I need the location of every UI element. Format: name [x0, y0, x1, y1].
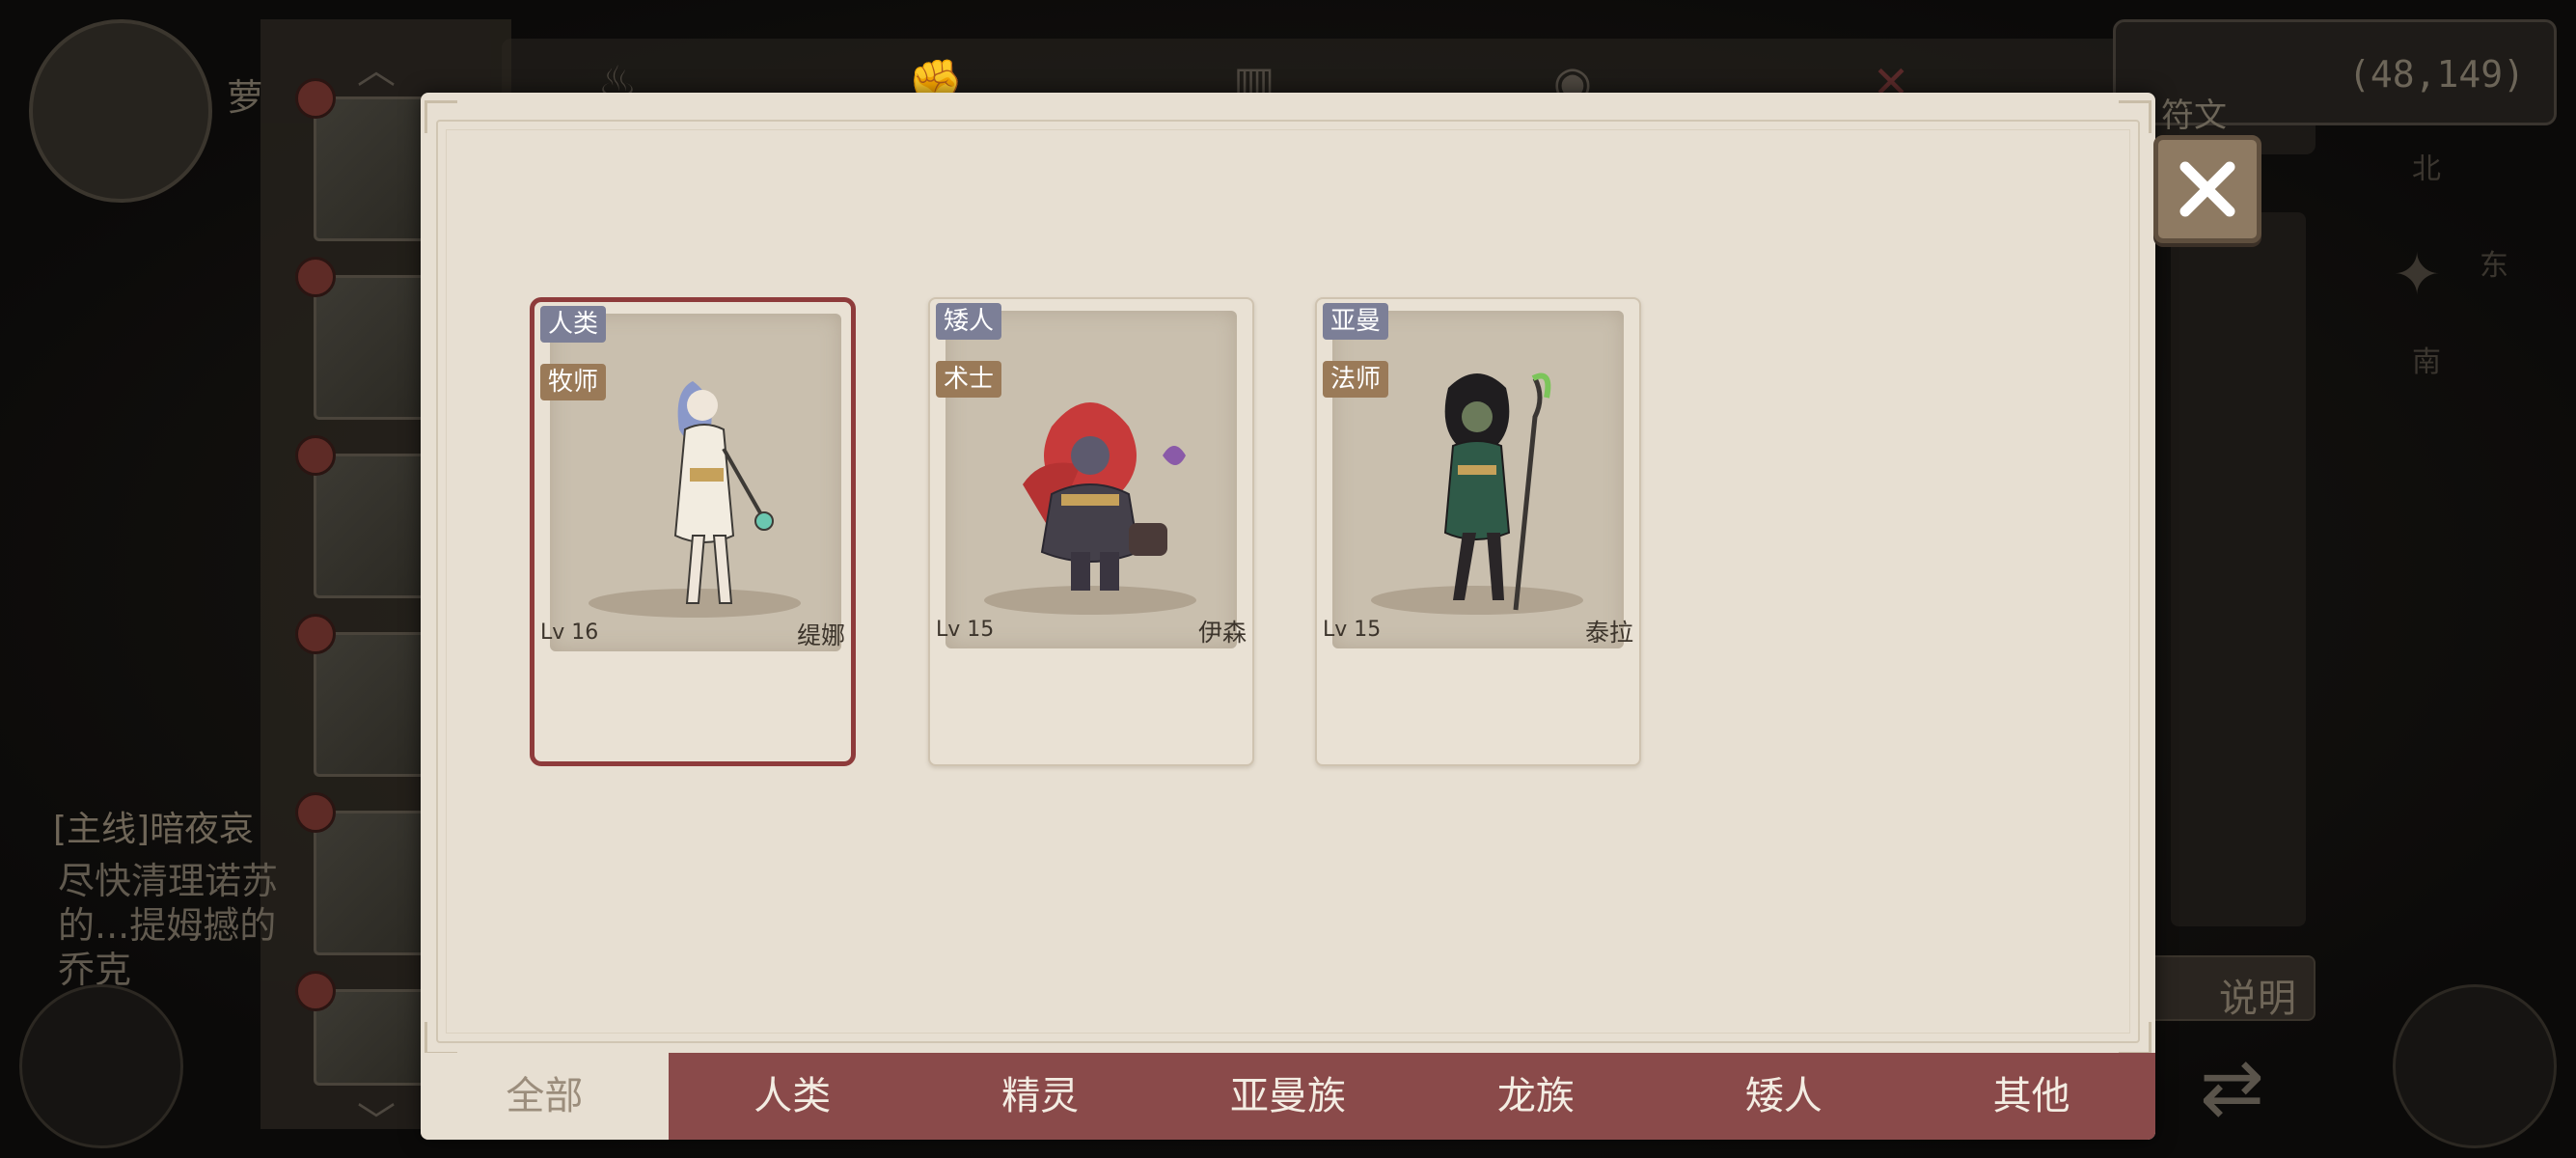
class-tag: 牧师	[540, 364, 607, 400]
hero-level: Lv 15	[936, 618, 995, 642]
frame-corner	[425, 1022, 457, 1055]
tab-other[interactable]: 其他	[1907, 1053, 2155, 1140]
compass-south: 南	[2412, 345, 2441, 379]
compass-east: 东	[2480, 249, 2508, 283]
class-badge-icon	[295, 614, 336, 654]
tab-dragon[interactable]: 龙族	[1411, 1053, 1659, 1140]
hero-card[interactable]: 矮人 术士 Lv 15 伊森	[928, 297, 1254, 766]
race-tag: 矮人	[936, 303, 1002, 340]
hero-name: 缇娜	[796, 621, 845, 649]
class-tag: 法师	[1323, 361, 1389, 398]
rune-label: 符文	[2161, 96, 2227, 135]
compass-star-icon: ✦	[2393, 241, 2442, 309]
coordinates-text: (48,149)	[2347, 53, 2525, 96]
chevron-down-icon: ﹀	[357, 1100, 396, 1144]
hero-level: Lv 15	[1323, 618, 1382, 642]
tab-elf[interactable]: 精灵	[917, 1053, 1165, 1140]
mage-figure-icon	[1443, 372, 1551, 611]
tab-dwarf[interactable]: 矮人	[1659, 1053, 1907, 1140]
bottom-right-circle-button	[2393, 984, 2557, 1148]
close-button[interactable]	[2153, 135, 2261, 243]
hero-card[interactable]: 亚曼 法师 Lv 15 泰拉	[1315, 297, 1641, 766]
warlock-figure-icon	[1023, 402, 1186, 591]
class-badge-icon	[295, 435, 336, 476]
class-badge-icon	[295, 257, 336, 297]
help-label: 说明	[2219, 977, 2296, 1021]
priest-figure-icon	[673, 381, 774, 604]
hero-level: Lv 16	[540, 620, 599, 645]
right-side-panel	[2171, 212, 2306, 926]
hero-name: 泰拉	[1584, 619, 1633, 647]
class-tag: 术士	[936, 361, 1002, 398]
frame-corner	[2119, 100, 2151, 133]
race-filter-tabs: 全部 人类 精灵 亚曼族 龙族 矮人 其他	[421, 1053, 2155, 1140]
close-x-icon	[2179, 161, 2235, 217]
quest-body: 尽快清理诺苏的...提姆撼的乔克	[58, 860, 279, 991]
tab-aman[interactable]: 亚曼族	[1165, 1053, 1412, 1140]
hero-name: 伊森	[1197, 619, 1247, 647]
player-avatar	[29, 19, 212, 203]
hero-card[interactable]: 人类 牧师 Lv 16 缇娜	[530, 297, 856, 766]
race-tag: 亚曼	[1323, 303, 1389, 340]
hero-select-modal: 人类 牧师 Lv 16 缇娜 矮人 术士 Lv 15 伊森 亚曼 法师 Lv 1…	[421, 93, 2155, 1140]
class-badge-icon	[295, 78, 336, 119]
game-screen: 萝 ♨ ✊ ▥ ◉ ✕ (48,149) 符文 北 ✦ 东 南 ︿ ﹀ [主线]…	[0, 0, 2576, 1158]
player-name: 萝	[227, 76, 264, 119]
chevron-up-icon: ︿	[357, 48, 396, 93]
class-badge-icon	[295, 792, 336, 833]
tab-all[interactable]: 全部	[421, 1053, 669, 1140]
swap-arrow-icon: ⇄	[2200, 1042, 2265, 1132]
bottom-left-circle-button	[19, 984, 183, 1148]
frame-corner	[2119, 1022, 2151, 1055]
frame-corner	[425, 100, 457, 133]
race-tag: 人类	[540, 306, 607, 343]
compass-north: 北	[2412, 152, 2441, 186]
compass: 北 ✦ 东 南	[2316, 145, 2508, 379]
quest-title: [主线]暗夜哀	[53, 810, 255, 849]
tab-human[interactable]: 人类	[669, 1053, 917, 1140]
